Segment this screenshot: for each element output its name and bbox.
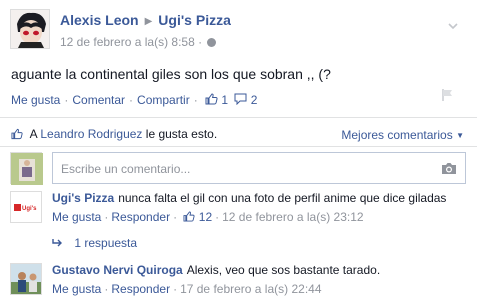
thumbs-up-icon[interactable] (205, 93, 218, 105)
post-meta: 12 de febrero a la(s) 8:58 · (60, 35, 217, 49)
action-separator: · (193, 93, 198, 107)
action-separator: · (104, 282, 109, 296)
current-user-avatar (10, 152, 43, 185)
action-separator: · (215, 210, 220, 224)
comment-timestamp[interactable]: 12 de febrero a la(s) 23:12 (222, 210, 363, 224)
comment-count[interactable]: 2 (251, 93, 258, 107)
comment-body: Ugi's Pizza nunca falta el gil con una fo… (52, 191, 466, 224)
thumbs-up-icon (11, 128, 23, 140)
comment-button[interactable]: Comentar (72, 93, 125, 107)
likes-suffix: le gusta esto. (145, 127, 218, 141)
divider (0, 117, 477, 118)
page-name[interactable]: Ugi's Pizza (158, 12, 231, 28)
ugis-logo-image: Ugi's (11, 192, 41, 222)
comment-timestamp[interactable]: 17 de febrero a la(s) 22:44 (180, 282, 321, 296)
action-separator: · (173, 210, 178, 224)
sort-label: Mejores comentarios (341, 128, 453, 142)
action-separator: · (129, 93, 134, 107)
commenter-avatar[interactable] (10, 263, 42, 295)
user-photo (11, 264, 41, 294)
author-avatar[interactable] (10, 9, 50, 49)
author-name[interactable]: Alexis Leon (60, 12, 139, 28)
comment-actions: Me gusta · Responder · 17 de febrero a la(s)… (52, 282, 466, 296)
svg-text:Ugi's: Ugi's (22, 206, 37, 212)
commenter-avatar[interactable]: Ugi's (10, 191, 42, 223)
comment-text-line: Ugi's Pizza nunca falta el gil con una fo… (52, 191, 466, 205)
comment-like-count[interactable]: 12 (199, 210, 212, 224)
replies-label: 1 respuesta (74, 236, 138, 250)
likes-prefix: A (29, 127, 38, 141)
view-replies-link[interactable]: 1 respuesta (52, 236, 137, 250)
anime-avatar-image (11, 10, 49, 48)
comment-reply-button[interactable]: Responder (111, 282, 170, 296)
thumbs-up-icon[interactable] (183, 211, 195, 222)
divider (0, 146, 477, 147)
chevron-down-icon[interactable] (448, 21, 458, 31)
caret-down-icon: ▼ (456, 131, 464, 140)
like-button[interactable]: Me gusta (11, 93, 60, 107)
comment-text: Alexis, veo que sos bastante tarado. (186, 263, 381, 277)
comment-input[interactable]: Escribe un comentario... (52, 152, 466, 184)
post-timestamp[interactable]: 12 de febrero a la(s) 8:58 (60, 35, 195, 49)
comment-composer: Escribe un comentario... (10, 152, 470, 186)
commenter-name[interactable]: Gustavo Nervi Quiroga (52, 263, 183, 277)
triangle-right-icon: ▶ (144, 16, 153, 27)
comment-bubble-icon[interactable] (234, 93, 247, 106)
like-count[interactable]: 1 (221, 93, 228, 107)
comment-text: nunca falta el gil con una foto de perfi… (118, 191, 447, 205)
post-header: Alexis Leon ▶ Ugi's Pizza 12 de febrero a … (10, 9, 470, 53)
share-button[interactable]: Compartir (137, 93, 190, 107)
action-separator: · (64, 93, 69, 107)
reply-arrow-icon (52, 239, 62, 247)
action-separator: · (104, 210, 109, 224)
comment-reply-button[interactable]: Responder (111, 210, 170, 224)
camera-icon[interactable] (441, 162, 457, 175)
action-separator: · (173, 282, 178, 296)
comment-body: Gustavo Nervi Quiroga Alexis, veo que sos… (52, 263, 466, 296)
post-text: aguante la continental giles son los que… (11, 66, 331, 82)
user-photo (11, 153, 43, 185)
author-line: Alexis Leon ▶ Ugi's Pizza (60, 12, 231, 28)
comment-text-line: Gustavo Nervi Quiroga Alexis, veo que sos… (52, 263, 466, 277)
globe-icon[interactable] (207, 38, 217, 47)
comment-like-button[interactable]: Me gusta (52, 210, 101, 224)
comment-placeholder: Escribe un comentario... (61, 162, 191, 176)
post-actions: Me gusta · Comentar · Compartir · 1 2 (11, 93, 257, 107)
liker-name[interactable]: Leandro Rodriguez (40, 127, 142, 141)
comment-like-button[interactable]: Me gusta (52, 282, 101, 296)
sort-dropdown[interactable]: Mejores comentarios ▼ (341, 128, 464, 142)
commenter-name[interactable]: Ugi's Pizza (52, 191, 114, 205)
meta-separator: · (198, 35, 206, 49)
likes-summary: A Leandro Rodriguez le gusta esto. (11, 127, 217, 141)
flag-icon[interactable] (441, 88, 455, 102)
comment-actions: Me gusta · Responder · 12 · 12 de febrero a l… (52, 210, 466, 224)
